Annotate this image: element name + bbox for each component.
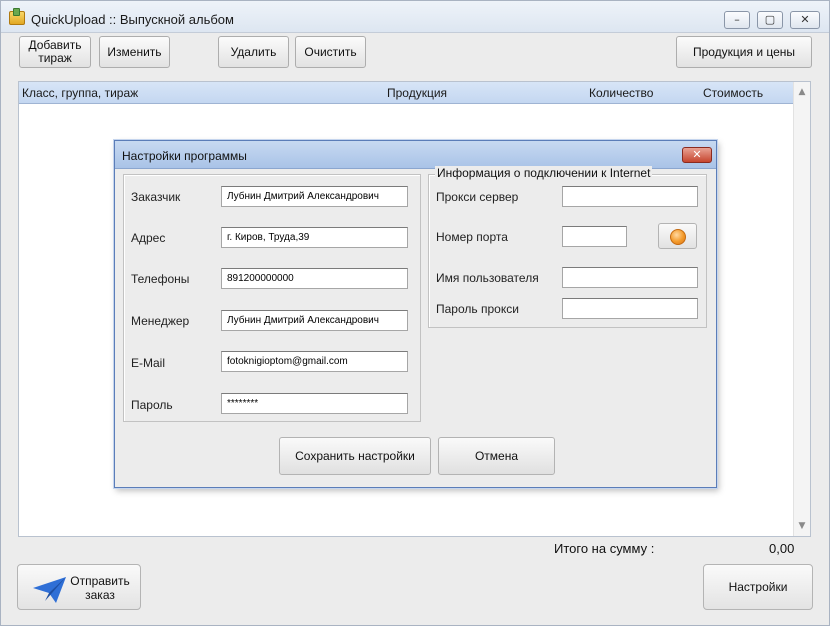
clear-button[interactable]: Очистить [295, 36, 366, 68]
connection-test-icon [670, 229, 686, 245]
delete-button[interactable]: Удалить [218, 36, 289, 68]
port-label: Номер порта [436, 230, 508, 244]
proxy-password-label: Пароль прокси [436, 302, 519, 316]
title-bar: QuickUpload :: Выпускной альбом – ▢ ✕ [1, 1, 829, 33]
total-value: 0,00 [769, 541, 795, 556]
minimize-button[interactable]: – [724, 11, 750, 29]
app-icon [9, 8, 25, 25]
manager-label: Менеджер [131, 314, 190, 328]
dialog-title: Настройки программы [122, 149, 247, 163]
table-header: Класс, группа, тираж Продукция Количеств… [19, 82, 794, 104]
send-order-button[interactable]: Отправить заказ [17, 564, 141, 610]
settings-button[interactable]: Настройки [703, 564, 813, 610]
scroll-down-icon[interactable]: ▼ [794, 518, 810, 534]
close-button[interactable]: ✕ [790, 11, 820, 29]
total-label: Итого на сумму : [554, 541, 655, 556]
test-connection-button[interactable] [658, 223, 697, 249]
internet-group: Информация о подключении к Internet Прок… [428, 166, 707, 328]
vertical-scrollbar[interactable]: ▲ ▼ [793, 82, 810, 536]
customer-label: Заказчик [131, 190, 181, 204]
edit-button[interactable]: Изменить [99, 36, 170, 68]
username-input[interactable] [562, 267, 698, 288]
username-label: Имя пользователя [436, 271, 539, 285]
scroll-up-icon[interactable]: ▲ [794, 84, 810, 100]
email-input[interactable]: fotoknigioptom@gmail.com [221, 351, 408, 372]
dialog-title-bar: Настройки программы ✕ [115, 141, 716, 169]
port-input[interactable] [562, 226, 627, 247]
products-prices-button[interactable]: Продукция и цены [676, 36, 812, 68]
proxy-server-input[interactable] [562, 186, 698, 207]
dialog-close-button[interactable]: ✕ [682, 147, 712, 163]
save-settings-button[interactable]: Сохранить настройки [279, 437, 431, 475]
email-label: E-Mail [131, 356, 166, 370]
internet-group-legend: Информация о подключении к Internet [435, 166, 653, 180]
send-order-label: Отправить заказ [70, 574, 130, 602]
phones-input[interactable]: 891200000000 [221, 268, 408, 289]
settings-dialog: Настройки программы ✕ Заказчик Лубнин Дм… [114, 140, 717, 488]
column-header-quantity[interactable]: Количество [589, 86, 653, 100]
manager-input[interactable]: Лубнин Дмитрий Александрович [221, 310, 408, 331]
column-header-product[interactable]: Продукция [387, 86, 447, 100]
column-header-class[interactable]: Класс, группа, тираж [22, 86, 138, 100]
proxy-server-label: Прокси сервер [436, 190, 519, 204]
phones-label: Телефоны [131, 272, 190, 286]
cancel-button[interactable]: Отмена [438, 437, 555, 475]
password-input[interactable]: ******** [221, 393, 408, 414]
address-label: Адрес [131, 231, 166, 245]
window-title: QuickUpload :: Выпускной альбом [31, 12, 234, 27]
column-header-cost[interactable]: Стоимость [703, 86, 763, 100]
maximize-button[interactable]: ▢ [757, 11, 783, 29]
paper-plane-icon [33, 577, 66, 603]
main-window: QuickUpload :: Выпускной альбом – ▢ ✕ До… [0, 0, 830, 626]
password-label: Пароль [131, 398, 173, 412]
address-input[interactable]: г. Киров, Труда,39 [221, 227, 408, 248]
add-run-button[interactable]: Добавить тираж [19, 36, 91, 68]
customer-group: Заказчик Лубнин Дмитрий Александрович Ад… [123, 174, 421, 422]
proxy-password-input[interactable] [562, 298, 698, 319]
customer-input[interactable]: Лубнин Дмитрий Александрович [221, 186, 408, 207]
